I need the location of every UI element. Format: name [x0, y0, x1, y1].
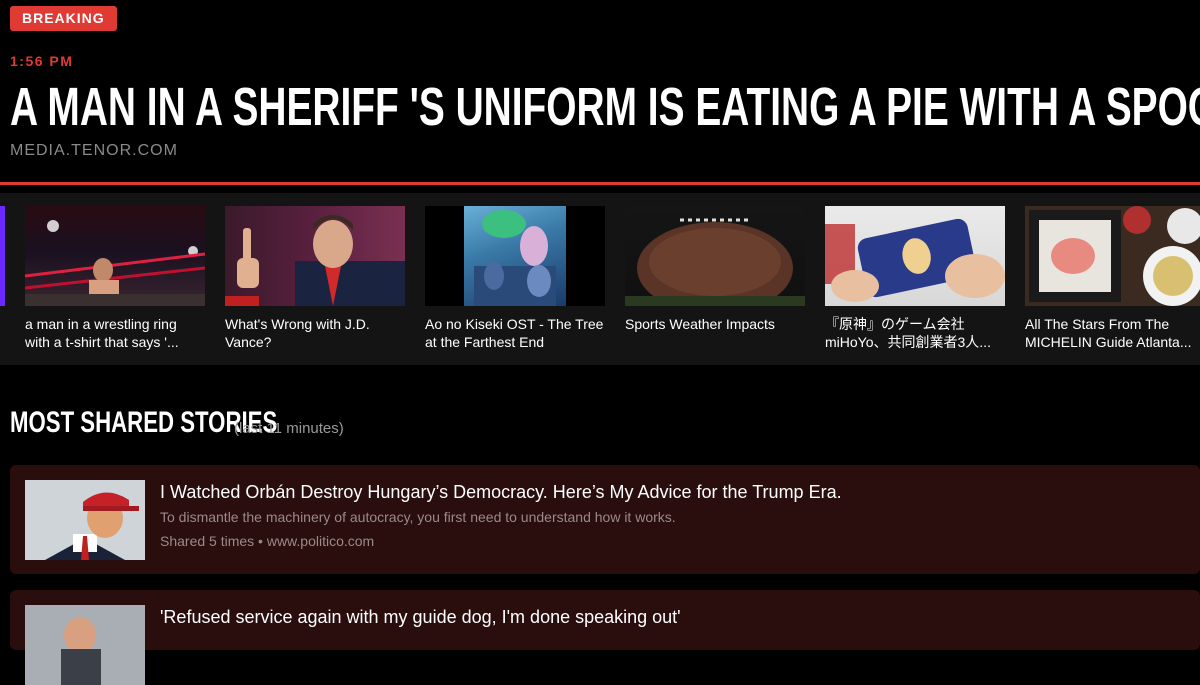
card-title: 『原神』のゲーム会社miHoYo、共同創業者3人... — [825, 316, 991, 350]
previous-card-edge[interactable] — [0, 206, 5, 306]
story-thumbnail — [25, 605, 145, 685]
story-title[interactable]: 'Refused service again with my guide dog… — [160, 607, 681, 628]
story-item[interactable]: 'Refused service again with my guide dog… — [10, 590, 1200, 685]
story-thumbnail — [25, 480, 145, 560]
card-thumbnail — [425, 206, 605, 306]
divider — [0, 182, 1200, 185]
card-title: Ao no Kiseki OST - The Tree at the Farth… — [425, 316, 604, 350]
trending-card[interactable]: a man in a wrestling ring with a t-shirt… — [25, 206, 205, 351]
card-title: All The Stars From The MICHELIN Guide At… — [1025, 316, 1192, 350]
story-title[interactable]: I Watched Orbán Destroy Hungary’s Democr… — [160, 482, 842, 503]
trending-card[interactable]: 『原神』のゲーム会社miHoYo、共同創業者3人... — [825, 206, 1005, 351]
story-meta: Shared 5 times • www.politico.com — [160, 533, 375, 549]
breaking-badge: BREAKING — [10, 6, 117, 31]
story-description: To dismantle the machinery of autocracy,… — [160, 509, 676, 525]
section-header: Most Shared Stories (last 11 minutes) — [10, 406, 371, 440]
card-title: Sports Weather Impacts — [625, 316, 775, 332]
timestamp: 1:56 PM — [10, 53, 74, 69]
section-subtitle: (last 11 minutes) — [234, 420, 344, 437]
card-thumbnail — [825, 206, 1005, 306]
trending-card[interactable]: Sports Weather Impacts — [625, 206, 805, 333]
trending-card[interactable]: All The Stars From The MICHELIN Guide At… — [1025, 206, 1200, 351]
card-title: a man in a wrestling ring with a t-shirt… — [25, 316, 179, 350]
card-thumbnail — [625, 206, 805, 306]
card-thumbnail — [1025, 206, 1200, 306]
card-thumbnail — [225, 206, 405, 306]
headline[interactable]: A man in a sheriff 's uniform is eating … — [10, 76, 1200, 138]
trending-card[interactable]: Ao no Kiseki OST - The Tree at the Farth… — [425, 206, 605, 351]
story-item[interactable]: I Watched Orbán Destroy Hungary’s Democr… — [10, 465, 1200, 574]
source-domain: MEDIA.TENOR.COM — [10, 142, 178, 159]
trending-card[interactable]: What's Wrong with J.D. Vance? — [225, 206, 405, 351]
card-title: What's Wrong with J.D. Vance? — [225, 316, 370, 350]
card-thumbnail — [25, 206, 205, 306]
trending-strip: a man in a wrestling ring with a t-shirt… — [0, 193, 1200, 365]
